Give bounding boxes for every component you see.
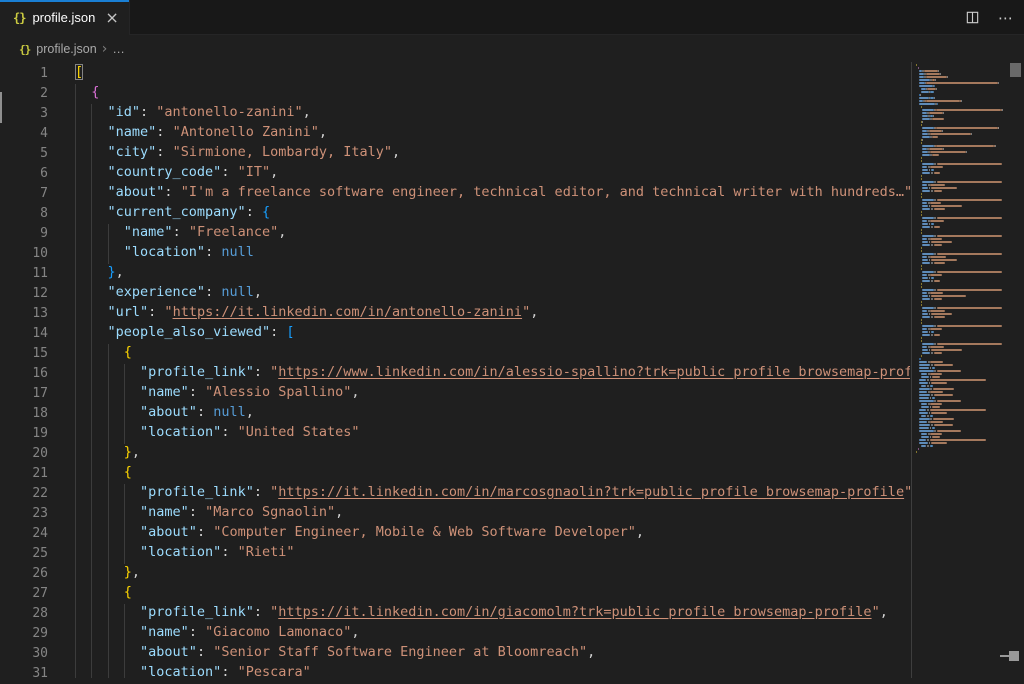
scrollbar-thumb[interactable] — [1010, 63, 1021, 77]
code-line[interactable]: "people_also_viewed": [ — [0, 324, 910, 344]
code-line[interactable]: "city": "Sirmione, Lombardy, Italy", — [0, 144, 910, 164]
breadcrumb-file[interactable]: profile.json — [36, 42, 96, 56]
code-line[interactable]: { — [0, 584, 910, 604]
scroll-corner-decoration — [1009, 651, 1019, 661]
code-line[interactable]: { — [0, 344, 910, 364]
code-line[interactable]: "name": "Marco Sgnaolin", — [0, 504, 910, 524]
close-tab-icon[interactable]: × — [105, 10, 118, 26]
chevron-right-icon: › — [102, 43, 108, 55]
left-edge-decoration — [0, 92, 2, 123]
json-file-icon: {} — [19, 43, 30, 56]
code-line[interactable]: "id": "antonello-zanini", — [0, 104, 910, 124]
code-line[interactable]: [ — [0, 64, 910, 84]
code-line[interactable]: "name": "Giacomo Lamonaco", — [0, 624, 910, 644]
split-editor-icon[interactable] — [962, 8, 982, 28]
code-line[interactable]: { — [0, 464, 910, 484]
code-line[interactable]: }, — [0, 564, 910, 584]
code-line[interactable]: "profile_link": "https://www.linkedin.co… — [0, 364, 910, 384]
code-line[interactable]: "country_code": "IT", — [0, 164, 910, 184]
code-line[interactable]: "profile_link": "https://it.linkedin.com… — [0, 604, 910, 624]
vertical-scrollbar[interactable] — [1008, 62, 1024, 678]
code-line[interactable]: "about": "Computer Engineer, Mobile & We… — [0, 524, 910, 544]
code-line[interactable]: { — [0, 84, 910, 104]
code-area[interactable]: [ { "id": "antonello-zanini", "name": "A… — [0, 64, 910, 678]
code-line[interactable]: "about": "I'm a freelance software engin… — [0, 184, 910, 204]
code-line[interactable]: "location": "Pescara" — [0, 664, 910, 678]
code-line[interactable]: "experience": null, — [0, 284, 910, 304]
json-file-icon: {} — [13, 11, 25, 25]
code-line[interactable]: "location": null — [0, 244, 910, 264]
code-line[interactable]: "profile_link": "https://it.linkedin.com… — [0, 484, 910, 504]
code-line[interactable]: }, — [0, 444, 910, 464]
vscode-window: {} profile.json × ⋯ {} profile.json › … … — [0, 0, 1024, 678]
code-line[interactable]: "name": "Alessio Spallino", — [0, 384, 910, 404]
minimap[interactable] — [911, 62, 1009, 678]
code-line[interactable]: "location": "United States" — [0, 424, 910, 444]
editor-actions: ⋯ — [962, 0, 1016, 35]
code-line[interactable]: "location": "Rieti" — [0, 544, 910, 564]
breadcrumb-symbol[interactable]: … — [112, 42, 125, 56]
tab-label: profile.json — [32, 10, 95, 25]
code-line[interactable]: "current_company": { — [0, 204, 910, 224]
scroll-corner-decoration — [1000, 655, 1009, 657]
code-line[interactable]: "url": "https://it.linkedin.com/in/anton… — [0, 304, 910, 324]
tab-bar: {} profile.json × ⋯ — [0, 0, 1024, 35]
code-line[interactable]: "name": "Antonello Zanini", — [0, 124, 910, 144]
code-line[interactable]: "about": null, — [0, 404, 910, 424]
code-line[interactable]: "about": "Senior Staff Software Engineer… — [0, 644, 910, 664]
more-actions-icon[interactable]: ⋯ — [996, 8, 1016, 28]
breadcrumb[interactable]: {} profile.json › … — [0, 36, 125, 62]
code-line[interactable]: "name": "Freelance", — [0, 224, 910, 244]
tab-profile-json[interactable]: {} profile.json × — [0, 0, 130, 35]
code-line[interactable]: }, — [0, 264, 910, 284]
code-editor[interactable]: 1234567891011121314151617181920212223242… — [0, 62, 1024, 678]
